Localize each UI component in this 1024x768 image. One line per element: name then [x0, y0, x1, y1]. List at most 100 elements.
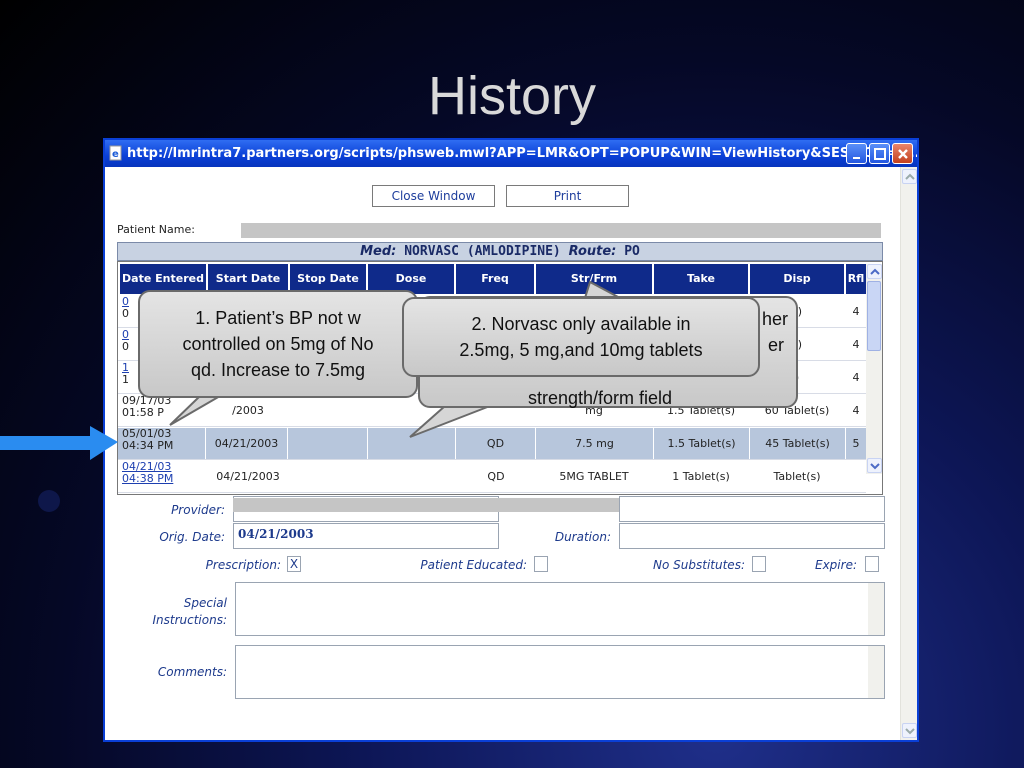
med-route-bar: Med: NORVASC (AMLODIPINE) Route: PO: [117, 242, 883, 261]
chevron-up-icon: [905, 173, 915, 180]
header-disp[interactable]: Disp: [750, 264, 844, 294]
table-row-selected[interactable]: 05/01/03 04:34 PM 04/21/2003 QD 7.5 mg 1…: [118, 428, 866, 460]
patient-name-label: Patient Name:: [117, 223, 195, 236]
scroll-up-button[interactable]: [867, 264, 882, 279]
scroll-down-button[interactable]: [867, 458, 882, 473]
callout-3-line1-fragment: her: [762, 309, 789, 329]
cell-rfl: 4: [852, 370, 860, 384]
med-label: Med:: [360, 244, 397, 259]
table-row[interactable]: 04/21/03 04:38 PM 04/21/2003 QD 5MG TABL…: [118, 461, 866, 493]
cell-date[interactable]: 09/17/03 01:58 P: [118, 395, 206, 426]
header-take[interactable]: Take: [654, 264, 748, 294]
chevron-down-icon: [905, 728, 915, 735]
patient-name-field: [241, 223, 881, 238]
expire-checkbox[interactable]: [865, 556, 879, 572]
chevron-down-icon: [870, 463, 880, 470]
decor-dot: [38, 490, 60, 512]
duration-label: Duration:: [554, 530, 611, 544]
window-titlebar[interactable]: e http://lmrintra7.partners.org/scripts/…: [105, 140, 917, 167]
cell-rfl: 5: [852, 436, 860, 450]
popup-window: e http://lmrintra7.partners.org/scripts/…: [103, 138, 919, 742]
provider-label: Provider:: [171, 503, 225, 517]
close-window-x-button[interactable]: [892, 143, 913, 164]
callout-1-line2: controlled on 5mg of No: [182, 334, 374, 354]
minimize-icon: [853, 157, 860, 159]
cell-take: 1.5 Tablet(s): [654, 428, 750, 459]
cell-freq: QD: [456, 428, 536, 459]
callout-2-line2: 2.5mg, 5 mg,and 10mg tablets: [459, 340, 703, 360]
window-scrollbar[interactable]: [900, 167, 917, 740]
cell-rfl: 4: [852, 337, 860, 351]
patient-educated-label: Patient Educated:: [420, 558, 527, 572]
time-text: 1: [122, 373, 129, 386]
orig-date-field[interactable]: 04/21/2003: [233, 523, 499, 549]
duration-field[interactable]: [619, 523, 885, 549]
time-text: 0: [122, 340, 129, 353]
cell-rfl: 4: [852, 403, 860, 417]
callout-2-line1: 2. Norvasc only available in: [471, 314, 691, 334]
cell-dose: [368, 428, 456, 459]
route-label: Route:: [568, 244, 617, 259]
special-label-line1: Special: [183, 596, 227, 610]
callout-3-line2-fragment: er: [768, 335, 785, 355]
cell-freq: QD: [487, 469, 505, 483]
orig-date-label: Orig. Date:: [159, 530, 225, 544]
textarea-scrollbar[interactable]: [868, 583, 884, 635]
cell-str: 7.5 mg: [536, 428, 654, 459]
cell-disp: Tablet(s): [773, 469, 821, 483]
no-substitutes-label: No Substitutes:: [653, 558, 745, 572]
comments-label: Comments:: [157, 665, 227, 679]
window-title: http://lmrintra7.partners.org/scripts/ph…: [127, 146, 919, 161]
cell-start: /2003: [232, 403, 264, 417]
cell-start: 04/21/2003: [206, 428, 288, 459]
header-str-frm[interactable]: Str/Frm: [536, 264, 652, 294]
scroll-thumb[interactable]: [867, 281, 881, 351]
header-freq[interactable]: Freq: [456, 264, 534, 294]
med-value: NORVASC (AMLODIPINE): [404, 244, 561, 259]
svg-text:e: e: [112, 149, 119, 160]
scroll-up-button[interactable]: [902, 169, 917, 184]
cell-str: 5MG TABLET: [559, 469, 629, 483]
cell-take: 1 Tablet(s): [672, 469, 730, 483]
cell-start: 04/21/2003: [216, 469, 280, 483]
close-icon: [898, 149, 908, 159]
cell-disp: 45 Tablet(s): [750, 428, 846, 459]
callout-1-line1: 1. Patient’s BP not w: [195, 308, 361, 328]
special-instructions-label: Special Instructions:: [115, 595, 227, 629]
callout-3-line4: strength/form field: [528, 388, 673, 408]
table-scrollbar[interactable]: [866, 264, 882, 474]
maximize-button[interactable]: [869, 143, 890, 164]
expire-label: Expire:: [815, 558, 857, 572]
window-content: Close Window Print Patient Name: Med: NO…: [105, 167, 917, 740]
route-value: PO: [624, 244, 640, 259]
close-window-button[interactable]: Close Window: [372, 185, 495, 207]
cell-stop: [288, 428, 368, 459]
callout-box-1: 1. Patient’s BP not w controlled on 5mg …: [138, 290, 418, 398]
chevron-up-icon: [870, 268, 880, 275]
textarea-scrollbar[interactable]: [868, 646, 884, 698]
time-text: 01:58 P: [122, 406, 164, 419]
header-rfl[interactable]: Rfl: [846, 264, 866, 294]
callout-box-2: 2. Norvasc only available in 2.5mg, 5 mg…: [402, 297, 760, 377]
minimize-button[interactable]: [846, 143, 867, 164]
time-link[interactable]: 04:38 PM: [122, 473, 173, 485]
patient-educated-checkbox[interactable]: [534, 556, 548, 572]
callout-1-line3: qd. Increase to 7.5mg: [190, 360, 366, 380]
special-label-line2: Instructions:: [152, 613, 227, 627]
cell-date[interactable]: 04/21/03 04:38 PM: [118, 461, 206, 492]
cell-date[interactable]: 05/01/03 04:34 PM: [118, 428, 206, 459]
cell-rfl: 4: [852, 304, 860, 318]
orig-date-value: 04/21/2003: [238, 527, 314, 541]
no-substitutes-checkbox[interactable]: [752, 556, 766, 572]
ie-page-icon: e: [109, 145, 122, 161]
slide-title: History: [427, 66, 596, 126]
scroll-down-button[interactable]: [902, 723, 917, 738]
row-pointer-arrow-icon: [0, 426, 118, 460]
comments-textarea[interactable]: [235, 645, 885, 699]
print-button[interactable]: Print: [506, 185, 629, 207]
time-text: 04:34 PM: [122, 439, 174, 452]
prescription-checkbox[interactable]: X: [287, 556, 301, 572]
prescription-label: Prescription:: [205, 558, 281, 572]
provider-extra-field[interactable]: [619, 496, 885, 522]
special-instructions-textarea[interactable]: [235, 582, 885, 636]
